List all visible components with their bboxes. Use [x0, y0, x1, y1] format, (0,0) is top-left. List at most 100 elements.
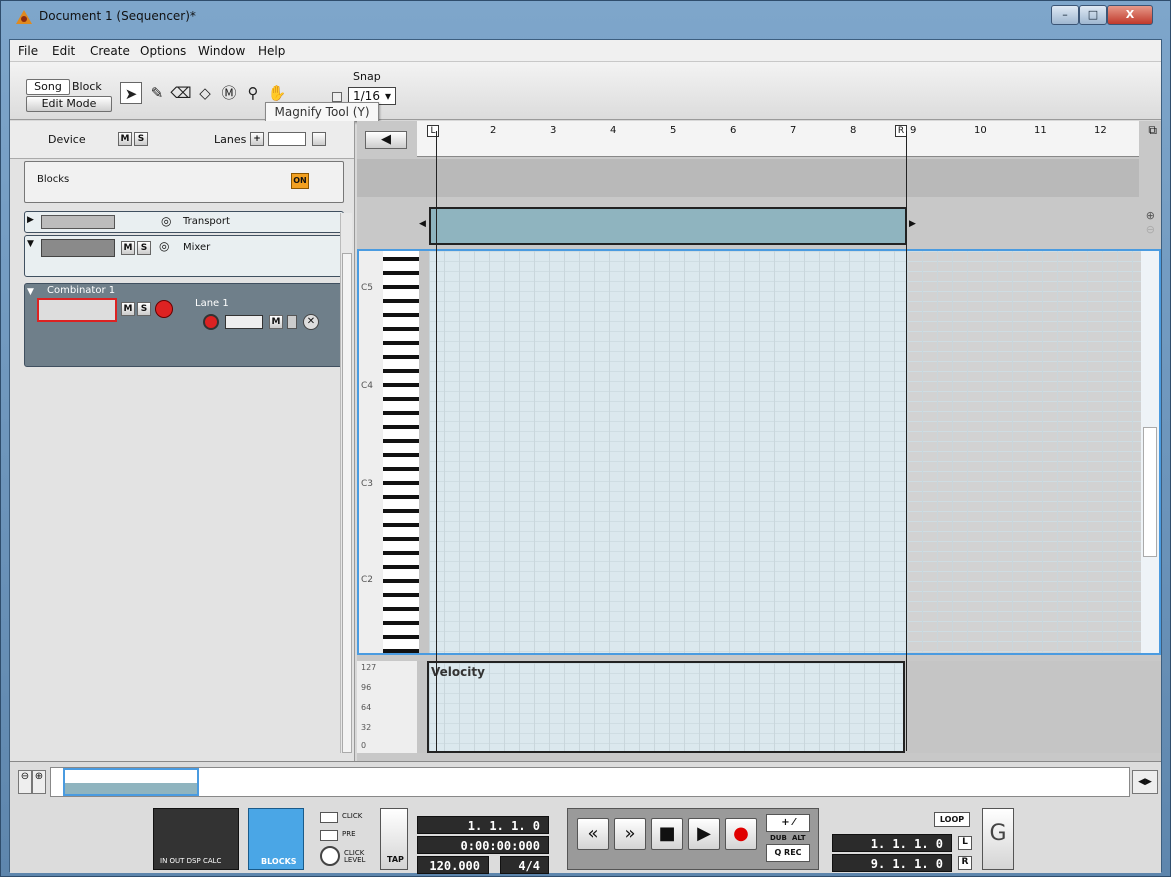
pencil-tool-icon[interactable]: ✎ — [146, 82, 168, 104]
menu-create[interactable]: Create — [90, 44, 130, 58]
pattern-block[interactable] — [429, 207, 907, 245]
mixer-track[interactable]: ▼ M S ◎ Mixer — [24, 235, 344, 277]
left-locator[interactable]: L — [427, 125, 439, 137]
add-lane-button[interactable]: + — [250, 132, 264, 146]
minimize-button[interactable]: – — [1051, 5, 1079, 25]
note-grid[interactable] — [429, 251, 907, 653]
combinator-track[interactable]: ▼ Combinator 1 M S Lane 1 M ✕ — [24, 283, 344, 367]
left-locator-display[interactable]: 1. 1. 1. 0 — [832, 834, 952, 852]
hand-tool-icon[interactable]: ✋ — [266, 82, 288, 104]
scroll-thumb[interactable] — [342, 253, 352, 753]
piano-roll[interactable]: C5 C4 C3 C2 — [357, 249, 1161, 655]
time-display[interactable]: 0:00:00:000 — [417, 836, 549, 854]
velocity-tick: 64 — [361, 703, 372, 712]
menu-window[interactable]: Window — [198, 44, 245, 58]
left-locator-button[interactable]: L — [958, 836, 972, 850]
sync-loop-icon[interactable]: G — [982, 808, 1014, 870]
note-grid-outside[interactable] — [907, 251, 1141, 653]
mute-tool-icon[interactable]: Ⓜ — [218, 82, 240, 104]
mute-all-button[interactable]: M — [118, 132, 132, 146]
signature-display[interactable]: 4/4 — [500, 856, 549, 874]
play-button[interactable]: ▶ — [688, 818, 720, 850]
record-button[interactable]: ● — [725, 818, 757, 850]
menu-edit[interactable]: Edit — [52, 44, 75, 58]
lane-record-icon[interactable] — [203, 314, 219, 330]
zoom-in-icon[interactable]: ⊕ — [32, 770, 46, 794]
detach-icon[interactable]: ⧉ — [1148, 123, 1157, 138]
arrow-tool-icon[interactable]: ➤ — [120, 82, 142, 104]
zoom-out-icon[interactable]: ⊖ — [1146, 223, 1155, 236]
expand-icon[interactable]: ▶ — [27, 215, 34, 225]
menu-help[interactable]: Help — [258, 44, 285, 58]
loop-button[interactable]: LOOP — [934, 812, 970, 827]
rewind-button[interactable]: « — [577, 818, 609, 850]
blocks-lane-area[interactable] — [357, 159, 1139, 197]
magnify-tool-icon[interactable]: ⚲ — [242, 82, 264, 104]
stop-button[interactable]: ■ — [651, 818, 683, 850]
lane-options-button[interactable] — [312, 132, 326, 146]
collapse-icon[interactable]: ▼ — [27, 287, 34, 297]
lane-select[interactable] — [225, 315, 263, 329]
lane-mute-button[interactable]: M — [269, 315, 283, 329]
cpu-labels: IN OUT DSP CALC — [160, 857, 222, 865]
bar-number: 6 — [730, 125, 737, 136]
mixer-solo-button[interactable]: S — [137, 241, 151, 255]
solo-all-button[interactable]: S — [134, 132, 148, 146]
scroll-thumb[interactable] — [1143, 427, 1157, 557]
click-toggle[interactable] — [320, 812, 338, 823]
velocity-lane[interactable]: 127 96 64 32 0 Velocity — [357, 661, 1161, 753]
right-locator-button[interactable]: R — [958, 856, 972, 870]
zoom-in-icon[interactable]: ⊕ — [1146, 209, 1155, 222]
bar-number: 4 — [610, 125, 617, 136]
song-position-display[interactable]: 1. 1. 1. 0 — [417, 816, 549, 834]
right-locator-display[interactable]: 9. 1. 1. 0 — [832, 854, 952, 872]
close-button[interactable]: X — [1107, 5, 1153, 25]
bar-ruler[interactable]: 1 2 3 4 5 6 7 8 9 10 11 12 L R — [417, 121, 1139, 157]
click-level-label: CLICK LEVEL — [344, 849, 366, 864]
overview-viewport[interactable] — [63, 768, 199, 796]
collapse-icon[interactable]: ▼ — [27, 239, 34, 249]
song-overview[interactable] — [50, 767, 1130, 797]
eraser-tool-icon[interactable]: ⌫ — [170, 82, 192, 104]
block-mode-button[interactable]: Block — [72, 80, 102, 93]
client-area: File Edit Create Options Window Help Son… — [9, 39, 1162, 874]
combinator-mute-button[interactable]: M — [121, 302, 135, 316]
song-mode-button[interactable]: Song — [26, 79, 70, 95]
snap-toggle[interactable] — [332, 92, 342, 102]
velocity-tick: 0 — [361, 741, 367, 750]
click-label: CLICK — [342, 812, 363, 820]
velocity-grid[interactable] — [427, 661, 905, 753]
edit-mode-button[interactable]: Edit Mode — [26, 96, 112, 112]
lane-1-label: Lane 1 — [195, 298, 229, 309]
pre-toggle[interactable] — [320, 830, 338, 841]
click-level-knob[interactable] — [320, 846, 340, 866]
blocks-button[interactable]: BLOCKS — [248, 808, 304, 870]
track-list-scrollbar[interactable] — [340, 213, 352, 753]
fast-forward-button[interactable]: » — [614, 818, 646, 850]
clip-left-arrow-icon[interactable]: ◀ — [419, 219, 426, 229]
overview-scroll-arrows[interactable]: ◀▶ — [1132, 770, 1158, 794]
maximize-button[interactable]: □ — [1079, 5, 1107, 25]
mixer-mute-button[interactable]: M — [121, 241, 135, 255]
razor-tool-icon[interactable]: ◇ — [194, 82, 216, 104]
tempo-display[interactable]: 120.000 — [417, 856, 489, 874]
menu-options[interactable]: Options — [140, 44, 186, 58]
title-bar: Document 1 (Sequencer)* – □ X — [1, 1, 1170, 39]
tap-button[interactable]: TAP — [380, 808, 408, 870]
clip-right-arrow-icon[interactable]: ▶ — [909, 219, 916, 229]
piano-keyboard[interactable] — [383, 251, 419, 653]
dub-alt-buttons[interactable]: + ⁄ — [766, 814, 810, 832]
lane-type-select[interactable] — [268, 132, 306, 146]
menu-file[interactable]: File — [18, 44, 38, 58]
blocks-on-toggle[interactable]: ON — [291, 173, 309, 189]
roll-scrollbar[interactable] — [1141, 251, 1159, 653]
delete-lane-icon[interactable]: ✕ — [303, 314, 319, 330]
qrec-button[interactable]: Q REC — [766, 844, 810, 862]
right-loop-line — [906, 131, 907, 751]
transport-track[interactable]: ▶ ◎ Transport — [24, 211, 344, 233]
combinator-solo-button[interactable]: S — [137, 302, 151, 316]
back-arrow-button[interactable]: ◀ — [365, 131, 407, 149]
record-enable-icon[interactable] — [155, 300, 173, 318]
zoom-out-icon[interactable]: ⊖ — [18, 770, 32, 794]
lane-lock-button[interactable] — [287, 315, 297, 329]
